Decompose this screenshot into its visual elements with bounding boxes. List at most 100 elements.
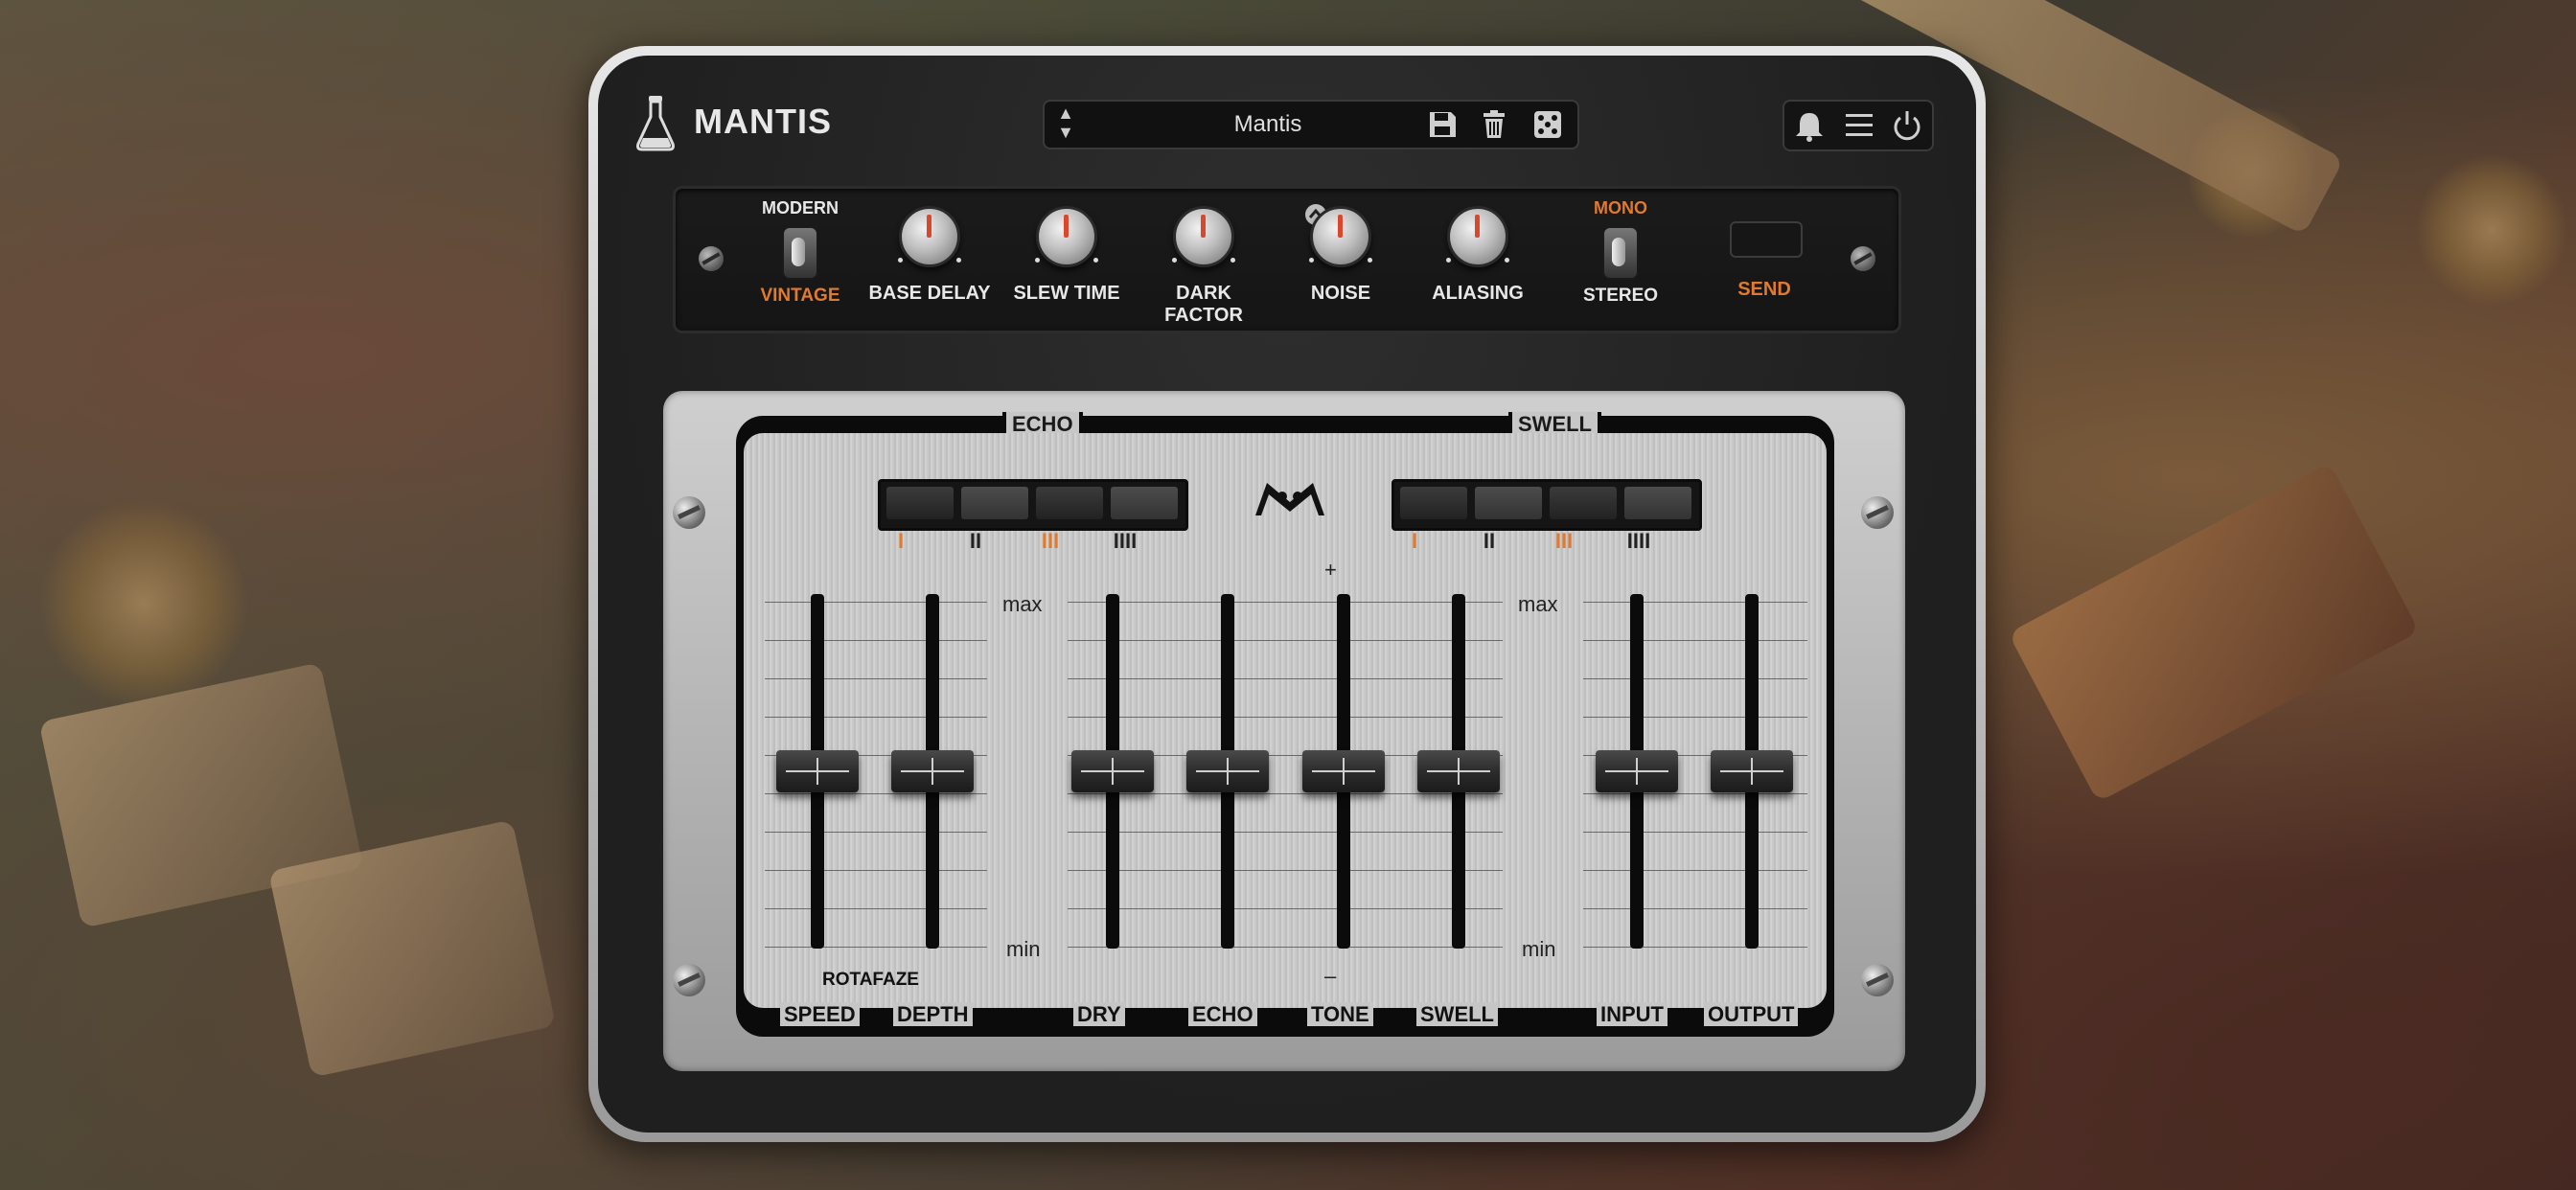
fader-scale-tick — [765, 678, 987, 679]
knob-label: SLEW TIME — [1013, 283, 1120, 304]
fader-scale-tick — [1068, 947, 1503, 948]
knob-base-delay[interactable]: BASE DELAY — [867, 206, 992, 305]
stereo-toggle[interactable] — [1602, 226, 1639, 280]
echo-mode-1-button[interactable] — [886, 487, 954, 519]
knob-dark-factor[interactable]: DARK FACTOR — [1141, 206, 1266, 327]
fader-scale-tick — [765, 870, 987, 871]
swell-mode-3-label: III — [1554, 529, 1574, 553]
background-chip — [2008, 462, 2420, 803]
swell-mode-3-button[interactable] — [1550, 487, 1617, 519]
fader-handle-output[interactable] — [1711, 750, 1793, 792]
preset-selector[interactable]: ▲ ▼ Mantis — [1043, 100, 1579, 149]
fader-scale-tick — [1583, 678, 1807, 679]
dice-icon[interactable] — [1531, 109, 1564, 140]
knob-scale — [1024, 258, 1110, 263]
chevron-down-icon[interactable]: ▼ — [1050, 123, 1081, 142]
knob-label: BASE DELAY — [868, 283, 991, 304]
fader-panel: ECHO SWELL I II III IIII I II III IIII m… — [663, 391, 1905, 1071]
echo-mode-2-button[interactable] — [961, 487, 1028, 519]
fader-handle-speed[interactable] — [776, 750, 859, 792]
send-button[interactable] — [1730, 221, 1803, 258]
power-icon[interactable] — [1890, 109, 1924, 142]
fader-plate: ECHO SWELL I II III IIII I II III IIII m… — [736, 412, 1834, 1037]
fader-handle-swell[interactable] — [1417, 750, 1500, 792]
swell-mode-buttons — [1392, 479, 1702, 531]
fader-label-output: OUTPUT — [1704, 1002, 1799, 1027]
fader-scale-tick — [765, 832, 987, 833]
brushed-metal-surface: I II III IIII I II III IIII max min max … — [744, 433, 1827, 1008]
stereo-switch[interactable]: MONO STEREO — [1563, 198, 1678, 307]
fader-scale-tick — [1583, 640, 1807, 641]
knob-scale — [1161, 258, 1247, 263]
swell-mode-1-button[interactable] — [1400, 487, 1467, 519]
echo-mode-4-label: IIII — [1113, 529, 1138, 553]
fader-scale-tick — [1583, 908, 1807, 909]
fader-scale-tick — [1068, 640, 1503, 641]
mantis-logo-icon — [1255, 483, 1324, 515]
trash-icon[interactable] — [1478, 109, 1510, 140]
mode-modern-label: MODERN — [762, 198, 839, 217]
fader-scale-tick — [1583, 602, 1807, 603]
mode-toggle[interactable] — [782, 226, 818, 280]
save-icon[interactable] — [1426, 109, 1459, 140]
preset-arrows[interactable]: ▲ ▼ — [1050, 103, 1081, 146]
fader-label-tone: TONE — [1307, 1002, 1373, 1027]
fader-label-depth: DEPTH — [893, 1002, 973, 1027]
knob-noise[interactable]: NOISE — [1278, 206, 1403, 305]
mode-switch[interactable]: MODERN VINTAGE — [743, 198, 858, 307]
fader-scale-tick — [1068, 832, 1503, 833]
knob-scale — [1435, 258, 1521, 263]
fader-scale-tick — [1068, 717, 1503, 718]
plugin-window: MANTIS ▲ ▼ Mantis MODERN VINTAGE BASE DE… — [588, 46, 1986, 1142]
minus-label: – — [1324, 964, 1337, 988]
fader-scale-tick — [1583, 717, 1807, 718]
fader-handle-echo[interactable] — [1186, 750, 1269, 792]
fader-label-speed: SPEED — [780, 1002, 860, 1027]
swell-mode-2-button[interactable] — [1475, 487, 1542, 519]
fader-scale-tick — [1068, 793, 1503, 794]
utility-buttons — [1782, 100, 1934, 151]
stereo-label: STEREO — [1582, 286, 1659, 306]
fader-scale-tick — [1068, 678, 1503, 679]
fader-scale-tick — [765, 717, 987, 718]
fader-scale-tick — [765, 602, 987, 603]
fader-handle-input[interactable] — [1596, 750, 1678, 792]
knob-label: NOISE — [1310, 283, 1371, 304]
mono-label: MONO — [1594, 198, 1647, 217]
swell-mode-4-button[interactable] — [1624, 487, 1691, 519]
screw — [673, 964, 705, 996]
knob-label: ALIASING — [1432, 283, 1524, 304]
flask-logo-icon — [636, 96, 675, 151]
echo-mode-1-label: I — [897, 529, 905, 553]
fader-handle-dry[interactable] — [1071, 750, 1154, 792]
background-circle — [38, 498, 249, 709]
knob-slew-time[interactable]: SLEW TIME — [1004, 206, 1129, 305]
fader-scale-tick — [1068, 908, 1503, 909]
echo-mode-3-button[interactable] — [1036, 487, 1103, 519]
bell-icon[interactable] — [1792, 109, 1827, 142]
fader-scale-tick — [1583, 832, 1807, 833]
min-label: min — [1006, 937, 1041, 961]
echo-mode-3-label: III — [1041, 529, 1060, 553]
max-label: max — [1002, 592, 1043, 616]
fader-scale-tick — [1583, 870, 1807, 871]
knob-aliasing[interactable]: ALIASING — [1415, 206, 1540, 305]
preset-name[interactable]: Mantis — [1121, 111, 1414, 138]
fader-scale-tick — [1583, 793, 1807, 794]
knob-label: DARK FACTOR — [1164, 283, 1243, 326]
fader-scale-tick — [765, 640, 987, 641]
echo-mode-4-button[interactable] — [1111, 487, 1178, 519]
fader-handle-tone[interactable] — [1302, 750, 1385, 792]
swell-mode-4-label: IIII — [1626, 529, 1651, 553]
rotafaze-label: ROTAFAZE — [822, 970, 919, 990]
fader-label-input: INPUT — [1597, 1002, 1668, 1027]
min-label: min — [1522, 937, 1556, 961]
echo-mode-2-label: II — [969, 529, 982, 553]
knob-scale — [886, 258, 973, 263]
chevron-up-icon[interactable]: ▲ — [1050, 103, 1081, 123]
fader-scale-tick — [1583, 947, 1807, 948]
screw — [1861, 496, 1894, 529]
swell-mode-1-label: I — [1411, 529, 1418, 553]
menu-icon[interactable] — [1842, 109, 1876, 142]
fader-handle-depth[interactable] — [891, 750, 974, 792]
